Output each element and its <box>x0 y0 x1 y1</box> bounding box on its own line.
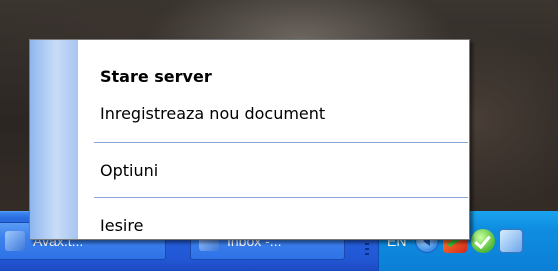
menu-sidebar <box>30 40 78 239</box>
security-check-icon[interactable] <box>471 229 495 253</box>
app-icon <box>5 231 25 251</box>
menu-item-optiuni[interactable]: Optiuni <box>78 150 469 190</box>
menu-item-stare-server[interactable]: Stare server <box>78 56 469 96</box>
menu-item-inregistreaza[interactable]: Inregistreaza nou document <box>78 93 469 133</box>
network-icon[interactable] <box>499 229 523 253</box>
menu-separator <box>94 197 468 198</box>
context-menu: Stare server Inregistreaza nou document … <box>29 39 470 240</box>
menu-separator <box>94 142 468 143</box>
menu-item-iesire[interactable]: Iesire <box>78 205 469 245</box>
